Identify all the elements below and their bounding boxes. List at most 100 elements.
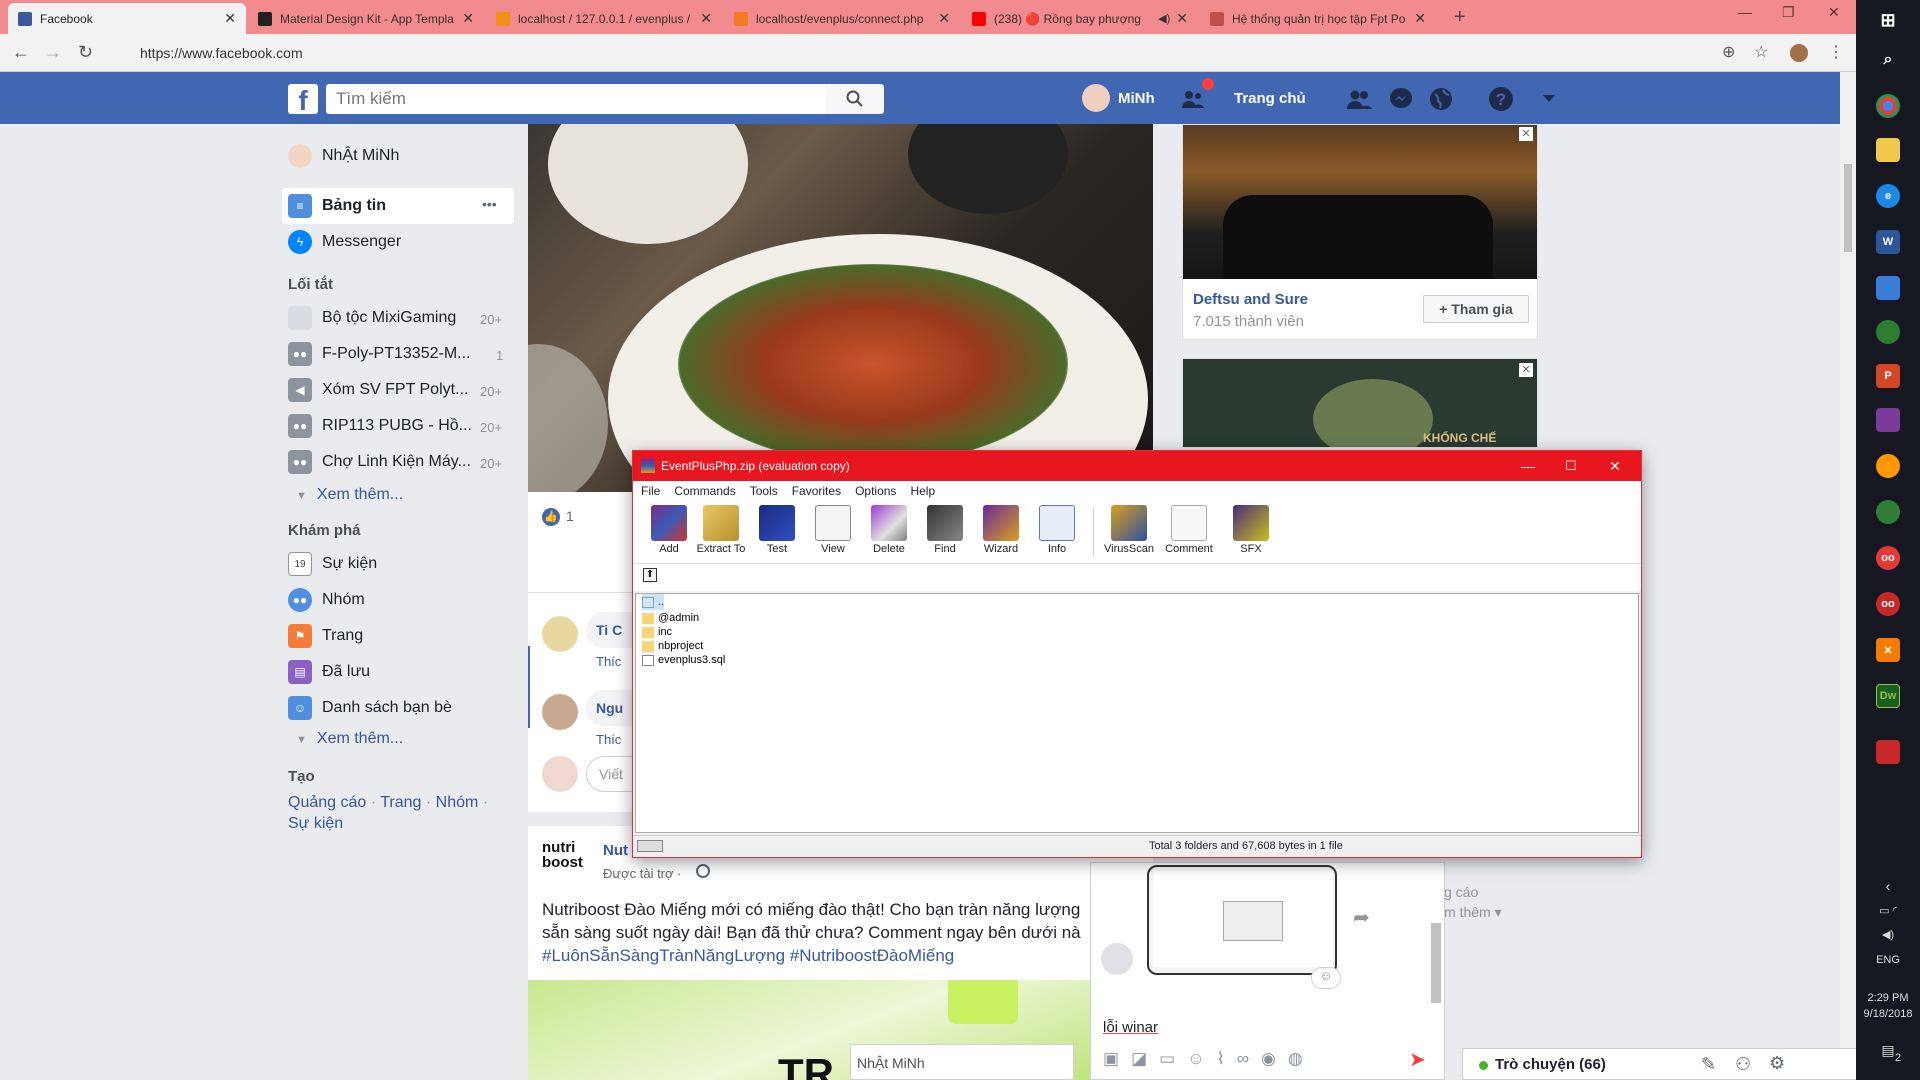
like-comment-link[interactable]: Thíc xyxy=(596,732,621,747)
search-input[interactable] xyxy=(326,84,836,114)
search-button[interactable] xyxy=(826,84,884,114)
reload-icon[interactable]: ↻ xyxy=(78,42,93,63)
tab-material-design[interactable]: Material Design Kit - App Templa ✕ xyxy=(248,3,484,34)
add-reaction-icon[interactable]: ☺ xyxy=(1311,967,1341,989)
sfx-button[interactable]: SFX xyxy=(1221,505,1281,555)
messenger-icon[interactable] xyxy=(1388,86,1414,112)
minimize-button[interactable]: — xyxy=(1521,458,1535,474)
gif-icon[interactable]: ▭ xyxy=(1159,1049,1175,1069)
create-page-link[interactable]: Trang xyxy=(380,794,421,811)
menu-commands[interactable]: Commands xyxy=(674,484,735,498)
view-button[interactable]: View xyxy=(803,505,863,555)
sidebar-item-events[interactable]: 19 Sự kiện xyxy=(288,550,377,578)
chevron-up-icon[interactable]: ‹ xyxy=(1856,878,1920,894)
join-group-button[interactable]: + Tham gia xyxy=(1423,295,1529,323)
winrar-title-bar[interactable]: EventPlusPhp.zip (evaluation copy) — ☐ ✕ xyxy=(633,451,1641,481)
link-icon[interactable]: ∞ xyxy=(1237,1049,1249,1069)
search-icon[interactable]: ⌕ xyxy=(1876,48,1900,72)
maps-icon[interactable] xyxy=(1876,500,1900,524)
group-cover-photo[interactable] xyxy=(1183,125,1537,279)
menu-options[interactable]: Options xyxy=(855,484,896,498)
commenter-name[interactable]: Ti C xyxy=(596,622,622,638)
forward-arrow-icon[interactable]: → xyxy=(44,42,62,63)
xampp-icon[interactable]: ✕ xyxy=(1876,638,1900,662)
minimize-button[interactable]: — xyxy=(1738,4,1752,20)
list-item[interactable]: evenplus3.sql xyxy=(642,652,725,668)
chat-sidebar-bar[interactable]: Trò chuyện (66) ✎ ⚇ ⚙ xyxy=(1462,1048,1858,1080)
friend-requests-icon[interactable] xyxy=(1346,86,1372,112)
group-name-link[interactable]: Deftsu and Sure xyxy=(1193,291,1308,308)
sponsor-name-link[interactable]: Nut xyxy=(603,842,628,859)
app-icon[interactable] xyxy=(1876,740,1900,764)
firefox-icon[interactable] xyxy=(1876,454,1900,478)
wizard-button[interactable]: Wizard xyxy=(971,505,1031,555)
ad-card[interactable]: ✕ KHỐNG CHẾ xyxy=(1182,358,1538,448)
zoom-icon[interactable]: ⊕ xyxy=(1722,42,1735,62)
back-arrow-icon[interactable]: ← xyxy=(12,42,30,63)
tab-youtube[interactable]: (238) 🔴 Rồng bay phượng ◀) ✕ xyxy=(962,3,1198,34)
sidebar-profile[interactable]: NhẬt MiNh xyxy=(288,142,399,170)
winrar-file-list[interactable]: .. @admin inc nbproject evenplus3.sql xyxy=(635,593,1639,833)
post-photo[interactable] xyxy=(528,124,1153,492)
user-avatar[interactable] xyxy=(1082,84,1110,112)
sidebar-item-shortcut[interactable]: ◀ Xóm SV FPT Polyt... xyxy=(288,376,468,404)
close-tab-icon[interactable]: ✕ xyxy=(462,10,474,27)
create-event-link[interactable]: Sự kiện xyxy=(288,815,343,832)
commenter-avatar[interactable] xyxy=(542,694,578,730)
facebook-logo[interactable]: f xyxy=(288,84,318,116)
comment-button[interactable]: Comment xyxy=(1159,505,1219,555)
tab-connect-php[interactable]: localhost/evenplus/connect.php ✕ xyxy=(724,3,960,34)
close-window-button[interactable]: ✕ xyxy=(1828,4,1840,21)
maximize-button[interactable]: ☐ xyxy=(1565,458,1577,474)
sidebar-item-groups[interactable]: ●● Nhóm xyxy=(288,586,365,614)
battery-wifi-icon[interactable]: ▭ ◜ xyxy=(1856,904,1920,917)
share-icon[interactable]: ➦ xyxy=(1353,905,1370,930)
minimized-chat-tab[interactable]: NhẬt MiNh xyxy=(850,1044,1074,1080)
chat-scrollbar[interactable] xyxy=(1431,923,1441,1003)
bookmark-star-icon[interactable]: ☆ xyxy=(1754,42,1768,62)
sidebar-item-shortcut[interactable]: ●● F-Poly-PT13352-M... xyxy=(288,340,470,368)
clock-time[interactable]: 2:29 PM xyxy=(1856,992,1920,1004)
virusscan-button[interactable]: VirusScan xyxy=(1099,505,1159,555)
new-tab-button[interactable]: + xyxy=(1454,6,1466,29)
sidebar-item-pages[interactable]: ⚑ Trang xyxy=(288,622,363,650)
drive-key-icon[interactable] xyxy=(637,840,663,852)
dropdown-caret-icon[interactable] xyxy=(1536,86,1562,112)
sidebar-item-shortcut[interactable]: ●● Chợ Linh Kiện Máy... xyxy=(288,448,471,476)
see-more-shortcuts-link[interactable]: ▼ Xem thêm... xyxy=(296,486,403,504)
home-link[interactable]: Trang chủ xyxy=(1234,90,1306,107)
tab-lms[interactable]: Hệ thống quản trị học tập Fpt Po ✕ xyxy=(1200,3,1436,34)
sidebar-item-messenger[interactable]: ϟ Messenger xyxy=(288,228,401,256)
dismiss-icon[interactable]: ✕ xyxy=(1519,363,1533,377)
menu-favorites[interactable]: Favorites xyxy=(792,484,841,498)
sidebar-item-friend-lists[interactable]: ☺ Danh sách bạn bè xyxy=(288,694,452,722)
close-button[interactable]: ✕ xyxy=(1609,458,1621,475)
more-options-icon[interactable]: ••• xyxy=(482,196,497,212)
app-oo-icon[interactable]: oo xyxy=(1876,546,1900,570)
clock-date[interactable]: 9/18/2018 xyxy=(1856,1008,1920,1020)
sidebar-item-news-feed[interactable]: ≡ Bảng tin xyxy=(288,192,386,220)
find-friends-icon[interactable] xyxy=(1180,86,1206,112)
see-more-explore-link[interactable]: ▼ Xem thêm... xyxy=(296,730,403,748)
close-tab-icon[interactable]: ✕ xyxy=(938,10,950,27)
new-message-icon[interactable]: ✎ xyxy=(1701,1054,1716,1075)
emoji-icon[interactable]: ☺ xyxy=(1187,1049,1204,1069)
sidebar-item-shortcut[interactable]: Bộ tộc MixiGaming xyxy=(288,304,456,332)
menu-tools[interactable]: Tools xyxy=(750,484,778,498)
footer-more-link[interactable]: m thêm ▾ xyxy=(1444,904,1502,921)
app-icon[interactable] xyxy=(1876,320,1900,344)
scrollbar-thumb[interactable] xyxy=(1844,164,1852,252)
send-icon[interactable]: ➤ xyxy=(1409,1047,1426,1072)
user-name-link[interactable]: MiNh xyxy=(1118,90,1155,107)
nutriboost-logo[interactable]: nutri boost xyxy=(542,840,584,882)
profile-avatar[interactable] xyxy=(1790,44,1808,62)
word-icon[interactable]: W xyxy=(1876,230,1900,254)
add-button[interactable]: Add xyxy=(639,505,699,555)
dreamweaver-icon[interactable]: Dw xyxy=(1876,684,1900,708)
find-button[interactable]: Find xyxy=(915,505,975,555)
menu-file[interactable]: File xyxy=(641,484,660,498)
chrome-icon[interactable] xyxy=(1876,94,1900,118)
volume-icon[interactable]: ◀) xyxy=(1856,928,1920,941)
extract-to-button[interactable]: Extract To xyxy=(691,505,751,555)
poll-icon[interactable]: ◍ xyxy=(1288,1049,1303,1069)
